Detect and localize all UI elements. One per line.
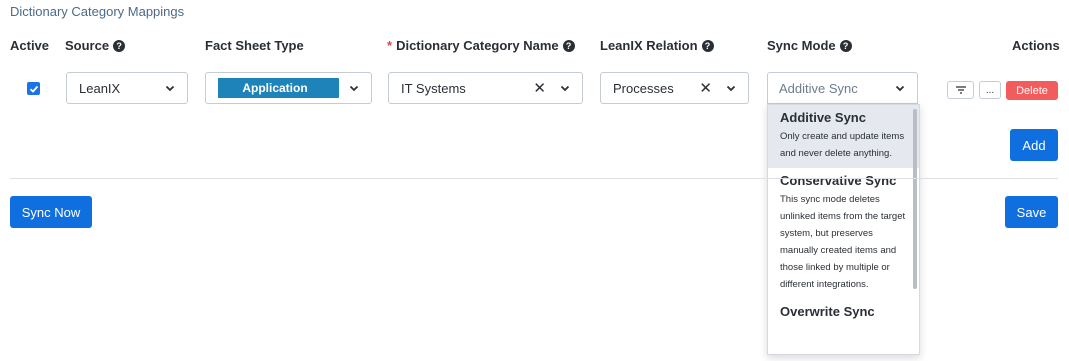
help-icon[interactable]: ? bbox=[701, 39, 714, 52]
add-button[interactable]: Add bbox=[1010, 129, 1058, 161]
leanix-relation-value: Processes bbox=[613, 80, 674, 96]
source-select[interactable]: LeanIX bbox=[66, 72, 188, 104]
more-button[interactable]: ... bbox=[979, 81, 1001, 99]
chevron-down-icon bbox=[560, 85, 570, 92]
clear-icon[interactable]: ✕ bbox=[699, 79, 712, 97]
chevron-down-icon bbox=[165, 85, 175, 92]
help-icon[interactable]: ? bbox=[839, 39, 852, 52]
dictionary-category-value: IT Systems bbox=[401, 80, 466, 96]
filter-icon bbox=[955, 86, 966, 94]
delete-button[interactable]: Delete bbox=[1006, 81, 1058, 100]
clear-icon[interactable]: ✕ bbox=[533, 79, 546, 97]
option-title: Conservative Sync bbox=[780, 173, 897, 188]
sync-mode-dropdown: Additive Sync Only create and update ite… bbox=[767, 104, 920, 355]
filter-button[interactable] bbox=[947, 81, 974, 99]
sync-option-overwrite[interactable]: Overwrite Sync bbox=[768, 299, 919, 328]
more-icon: ... bbox=[985, 84, 995, 96]
option-description: This sync mode deletes unlinked items fr… bbox=[780, 194, 906, 290]
sync-option-conservative[interactable]: Conservative Sync This sync mode deletes… bbox=[768, 168, 919, 299]
sync-option-additive[interactable]: Additive Sync Only create and update ite… bbox=[768, 105, 919, 168]
header-source-label: Source bbox=[65, 38, 110, 53]
header-dictionary-category: * Dictionary Category Name ? bbox=[387, 38, 575, 53]
help-icon[interactable]: ? bbox=[113, 39, 126, 52]
header-leanix-relation: LeanIX Relation ? bbox=[600, 38, 714, 53]
header-active: Active bbox=[10, 38, 49, 53]
fact-sheet-type-badge: Application bbox=[218, 78, 339, 98]
header-dictionary-category-label: Dictionary Category Name bbox=[396, 38, 559, 53]
source-value: LeanIX bbox=[79, 80, 121, 96]
help-icon[interactable]: ? bbox=[562, 39, 575, 52]
leanix-relation-select[interactable]: Processes ✕ bbox=[600, 72, 749, 104]
option-description: Only create and update items and never d… bbox=[780, 131, 905, 159]
header-actions: Actions bbox=[1012, 38, 1060, 53]
fact-sheet-type-select[interactable]: Application bbox=[205, 72, 372, 104]
header-actions-label: Actions bbox=[1012, 38, 1060, 53]
header-sync-mode-label: Sync Mode bbox=[767, 38, 836, 53]
active-checkbox[interactable] bbox=[27, 82, 40, 95]
divider bbox=[10, 178, 1058, 179]
sync-mode-value: Additive Sync bbox=[779, 80, 858, 96]
save-button[interactable]: Save bbox=[1005, 196, 1058, 228]
header-sync-mode: Sync Mode ? bbox=[767, 38, 852, 53]
chevron-down-icon bbox=[349, 85, 359, 92]
header-active-label: Active bbox=[10, 38, 50, 53]
checkmark-icon bbox=[29, 85, 38, 93]
sync-now-button[interactable]: Sync Now bbox=[10, 196, 92, 228]
header-leanix-relation-label: LeanIX Relation bbox=[600, 38, 698, 53]
chevron-down-icon bbox=[726, 85, 736, 92]
required-marker: * bbox=[387, 38, 393, 53]
section-title: Dictionary Category Mappings bbox=[10, 4, 185, 19]
header-fact-sheet-type-label: Fact Sheet Type bbox=[205, 38, 304, 53]
header-fact-sheet-type: Fact Sheet Type bbox=[205, 38, 304, 53]
header-source: Source ? bbox=[65, 38, 126, 53]
sync-mode-select[interactable]: Additive Sync bbox=[767, 72, 918, 104]
dictionary-category-select[interactable]: IT Systems ✕ bbox=[388, 72, 583, 104]
fact-sheet-type-value-wrap: Application bbox=[218, 78, 347, 98]
option-title: Additive Sync bbox=[780, 110, 866, 125]
dropdown-scrollbar[interactable] bbox=[913, 109, 917, 289]
option-title: Overwrite Sync bbox=[780, 304, 875, 319]
chevron-down-icon bbox=[895, 85, 905, 92]
